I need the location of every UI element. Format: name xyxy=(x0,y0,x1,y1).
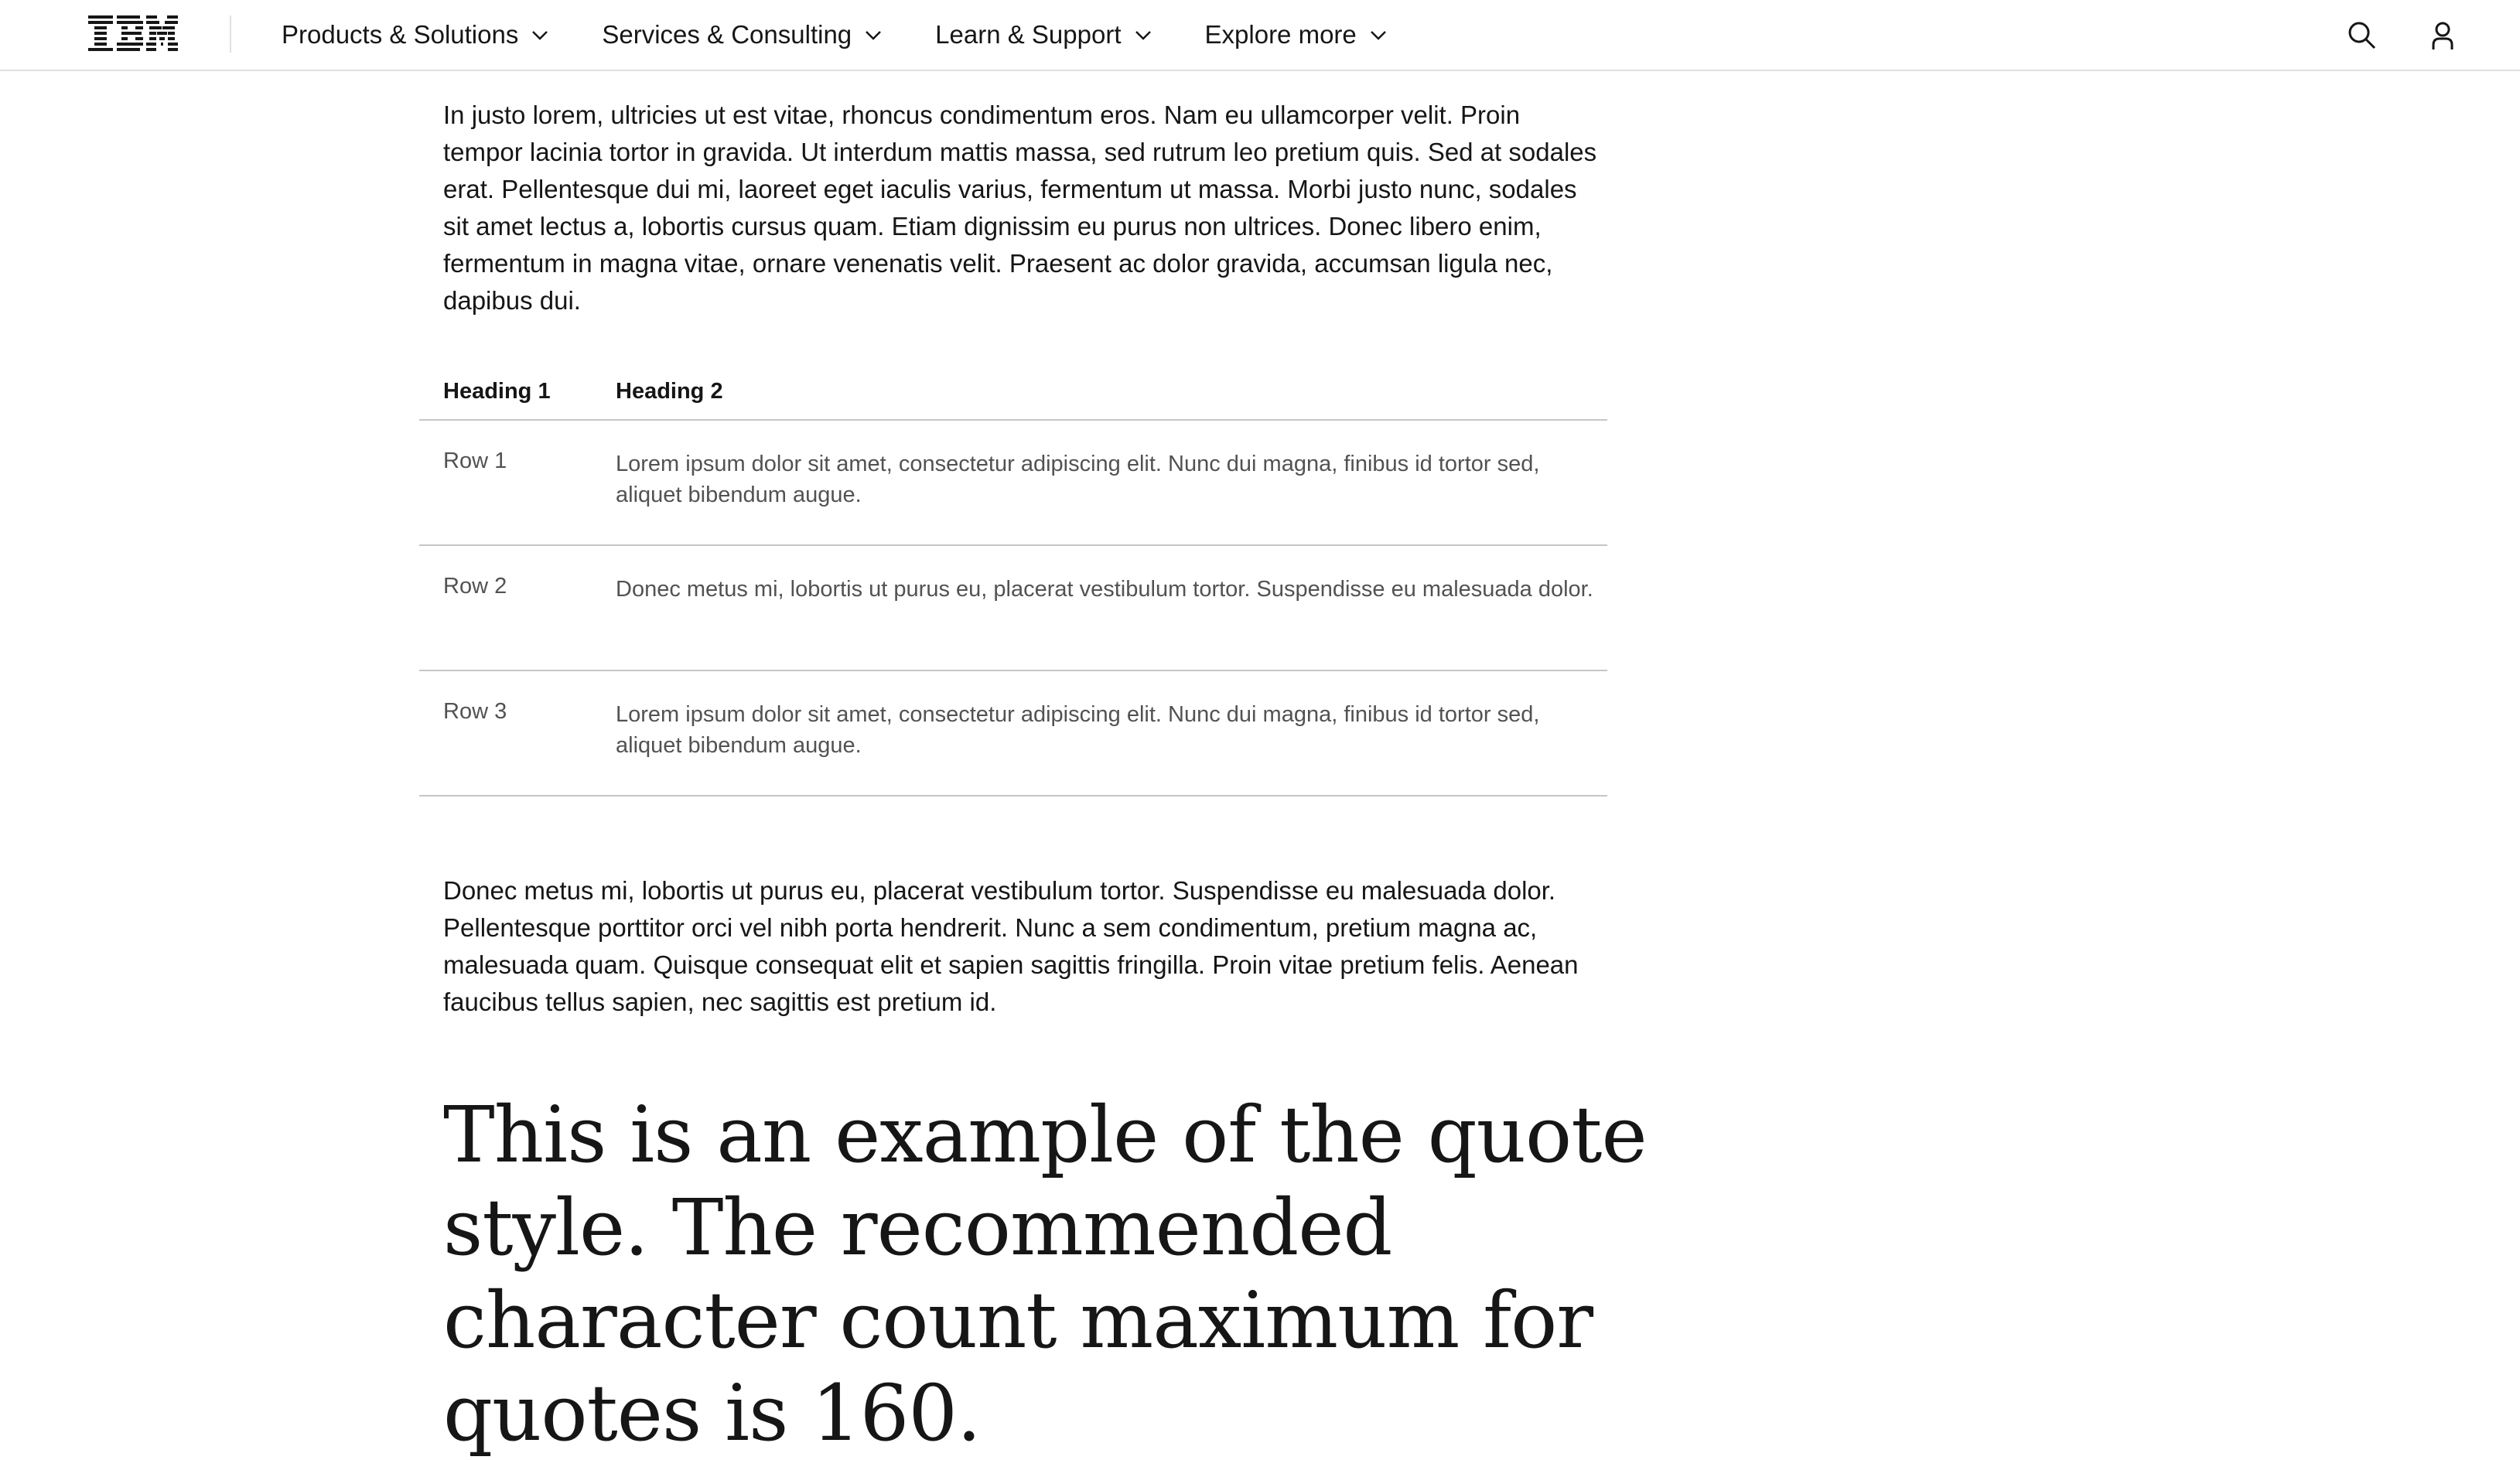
nav-services-consulting[interactable]: Services & Consulting xyxy=(602,20,884,49)
chevron-down-icon xyxy=(1370,31,1386,40)
table-cell: Lorem ipsum dolor sit amet, consectetur … xyxy=(616,452,1540,507)
ibm-logo[interactable] xyxy=(88,15,178,53)
table-row: Row 1 Lorem ipsum dolor sit amet, consec… xyxy=(419,421,1607,546)
body-paragraph: Donec metus mi, lobortis ut purus eu, pl… xyxy=(443,876,1579,1016)
ibm-logo-mark xyxy=(88,15,178,51)
chevron-down-icon xyxy=(866,31,882,40)
table-header-row: Heading 1 Heading 2 xyxy=(419,363,1607,421)
nav-products-solutions[interactable]: Products & Solutions xyxy=(282,20,551,49)
nav-label: Services & Consulting xyxy=(602,20,852,49)
data-table: Heading 1 Heading 2 Row 1 Lorem ipsum do… xyxy=(419,363,1607,797)
search-button[interactable] xyxy=(2341,14,2384,57)
table-cell: Row 2 xyxy=(443,574,507,599)
table-cell: Donec metus mi, lobortis ut purus eu, pl… xyxy=(616,577,1593,602)
nav-label: Explore more xyxy=(1204,20,1357,49)
nav-label: Products & Solutions xyxy=(282,20,519,49)
nav-explore-more[interactable]: Explore more xyxy=(1205,20,1389,49)
table-cell: Row 3 xyxy=(443,699,507,724)
nav-label: Learn & Support xyxy=(935,20,1122,49)
table-header-cell: Heading 1 xyxy=(443,379,551,404)
table-row: Row 2 Donec metus mi, lobortis ut purus … xyxy=(419,546,1607,671)
nav-learn-support[interactable]: Learn & Support xyxy=(935,20,1153,49)
masthead: Products & Solutions Services & Consulti… xyxy=(0,0,2520,71)
chevron-down-icon xyxy=(1135,31,1151,40)
user-profile-button[interactable] xyxy=(2421,14,2464,57)
table-cell: Lorem ipsum dolor sit amet, consectetur … xyxy=(616,702,1540,758)
masthead-divider xyxy=(230,15,231,53)
user-icon xyxy=(2432,22,2453,49)
body-paragraph: In justo lorem, ultricies ut est vitae, … xyxy=(443,101,1597,315)
table-header-cell: Heading 2 xyxy=(616,379,723,404)
chevron-down-icon xyxy=(532,31,548,40)
main-nav: Products & Solutions Services & Consulti… xyxy=(282,0,1440,70)
search-icon xyxy=(2348,22,2376,49)
table-row: Row 3 Lorem ipsum dolor sit amet, consec… xyxy=(419,671,1607,797)
table-cell: Row 1 xyxy=(443,449,507,473)
pull-quote: This is an example of the quote style. T… xyxy=(443,1090,1648,1458)
